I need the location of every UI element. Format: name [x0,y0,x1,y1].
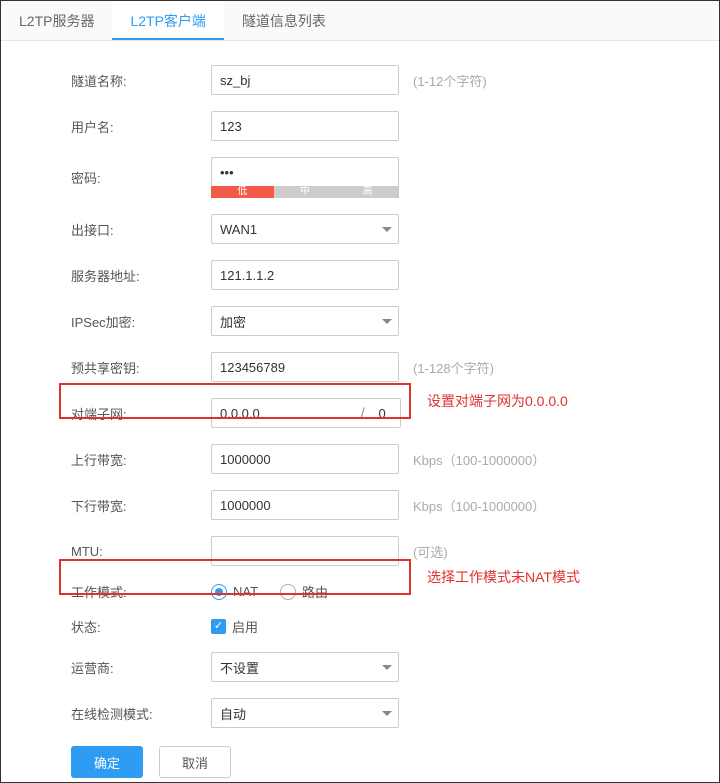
input-password[interactable] [211,157,399,187]
label-out-interface: 出接口: [71,220,211,239]
select-ipsec[interactable]: 加密 [211,306,399,336]
label-psk: 预共享密钥: [71,358,211,377]
select-ipsec-value: 加密 [220,312,246,331]
checkbox-label-enable: 启用 [232,617,258,636]
input-peer-subnet-ip[interactable] [211,398,361,428]
label-server-addr: 服务器地址: [71,266,211,285]
radio-mode-nat[interactable]: NAT [211,584,258,600]
radio-mode-route[interactable]: 路由 [280,582,328,601]
input-tunnel-name[interactable] [211,65,399,95]
radio-icon [280,584,296,600]
label-downstream: 下行带宽: [71,496,211,515]
tab-bar: L2TP服务器 L2TP客户端 隧道信息列表 [1,1,719,41]
select-detection[interactable]: 自动 [211,698,399,728]
label-operator: 运营商: [71,658,211,677]
strength-high: 高 [336,186,399,198]
annotation-mode: 选择工作模式未NAT模式 [427,567,580,587]
select-operator[interactable]: 不设置 [211,652,399,682]
label-upstream: 上行带宽: [71,450,211,469]
select-out-interface[interactable]: WAN1 [211,214,399,244]
l2tp-client-form: 隧道名称: (1-12个字符) 用户名: 密码: 低 中 高 出接口: [1,41,719,778]
hint-mtu: (可选) [413,542,448,561]
label-mtu: MTU: [71,544,211,559]
input-psk[interactable] [211,352,399,382]
label-tunnel-name: 隧道名称: [71,71,211,90]
dropdown-arrow-icon [382,665,392,670]
dropdown-arrow-icon [382,319,392,324]
checkmark-icon: ✓ [211,619,226,634]
tab-l2tp-server[interactable]: L2TP服务器 [1,1,112,40]
tab-tunnel-info[interactable]: 隧道信息列表 [224,1,344,40]
input-mtu[interactable] [211,536,399,566]
label-detection: 在线检测模式: [71,704,211,723]
hint-psk: (1-128个字符) [413,358,494,377]
radio-label-route: 路由 [302,582,328,601]
annotation-peer-subnet: 设置对端子网为0.0.0.0 [427,391,568,411]
input-downstream[interactable] [211,490,399,520]
ok-button[interactable]: 确定 [71,746,143,778]
dropdown-arrow-icon [382,227,392,232]
checkbox-enable[interactable]: ✓ 启用 [211,617,399,636]
label-status: 状态: [71,617,211,636]
radio-label-nat: NAT [233,584,258,599]
label-password: 密码: [71,168,211,187]
select-detection-value: 自动 [220,704,246,723]
radio-icon [211,584,227,600]
tab-l2tp-client[interactable]: L2TP客户端 [112,1,223,40]
cancel-button[interactable]: 取消 [159,746,231,778]
password-strength-meter: 低 中 高 [211,186,399,198]
input-username[interactable] [211,111,399,141]
strength-mid: 中 [274,186,337,198]
input-server-addr[interactable] [211,260,399,290]
label-ipsec: IPSec加密: [71,312,211,331]
strength-low: 低 [211,186,274,198]
input-upstream[interactable] [211,444,399,474]
hint-tunnel-name: (1-12个字符) [413,71,487,90]
input-peer-subnet-mask[interactable] [365,398,401,428]
label-mode: 工作模式: [71,582,211,601]
select-out-interface-value: WAN1 [220,222,257,237]
hint-upstream: Kbps（100-1000000） [413,450,545,469]
label-username: 用户名: [71,117,211,136]
dropdown-arrow-icon [382,711,392,716]
select-operator-value: 不设置 [220,658,259,677]
label-peer-subnet: 对端子网: [71,404,211,423]
hint-downstream: Kbps（100-1000000） [413,496,545,515]
